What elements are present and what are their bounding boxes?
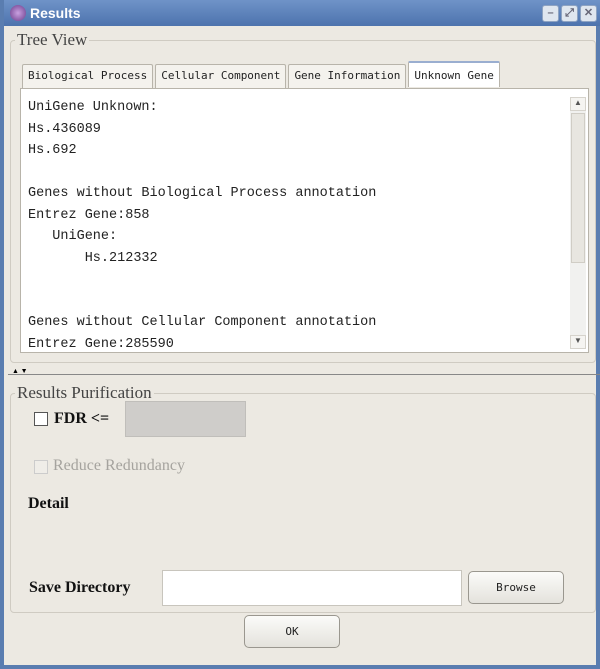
split-pane-divider[interactable]: ▲ ▼ — [8, 367, 600, 375]
tab-unknown-gene[interactable]: Unknown Gene — [408, 61, 500, 87]
close-icon[interactable]: ✕ — [580, 5, 597, 22]
vertical-scrollbar[interactable]: ▲ ▼ — [570, 97, 586, 349]
results-purification-legend: Results Purification — [17, 383, 152, 402]
browse-button[interactable]: Browse — [468, 571, 564, 604]
results-text-area[interactable]: UniGene Unknown: Hs.436089 Hs.692 Genes … — [20, 88, 589, 353]
app-icon — [10, 5, 26, 21]
title-bar: Results – ⤢ ✕ — [4, 0, 600, 26]
tab-bar: Biological Process Cellular Component Ge… — [22, 61, 500, 88]
scroll-down-icon[interactable]: ▼ — [570, 335, 586, 349]
fdr-checkbox[interactable] — [34, 412, 48, 426]
scroll-up-icon[interactable]: ▲ — [570, 97, 586, 111]
fdr-input[interactable] — [125, 401, 246, 437]
fdr-label: FDR <= — [54, 410, 110, 427]
tab-gene-information[interactable]: Gene Information — [288, 64, 407, 88]
results-window: Results – ⤢ ✕ Tree View Biological Proce… — [0, 0, 600, 669]
tab-cellular-component[interactable]: Cellular Component — [155, 64, 287, 88]
ok-button[interactable]: OK — [244, 615, 340, 648]
window-title: Results — [30, 5, 81, 21]
detail-label: Detail — [28, 495, 69, 512]
minimize-icon[interactable]: – — [542, 5, 559, 22]
reduce-redundancy-label: Reduce Redundancy — [53, 457, 185, 474]
save-directory-input[interactable] — [162, 570, 462, 606]
save-directory-label: Save Directory — [29, 579, 131, 596]
tree-view-legend: Tree View — [17, 30, 88, 49]
maximize-icon[interactable]: ⤢ — [561, 5, 578, 22]
tab-biological-process[interactable]: Biological Process — [22, 64, 154, 88]
reduce-redundancy-checkbox[interactable] — [34, 460, 48, 474]
scroll-thumb[interactable] — [571, 113, 585, 263]
results-text: UniGene Unknown: Hs.436089 Hs.692 Genes … — [28, 100, 377, 352]
